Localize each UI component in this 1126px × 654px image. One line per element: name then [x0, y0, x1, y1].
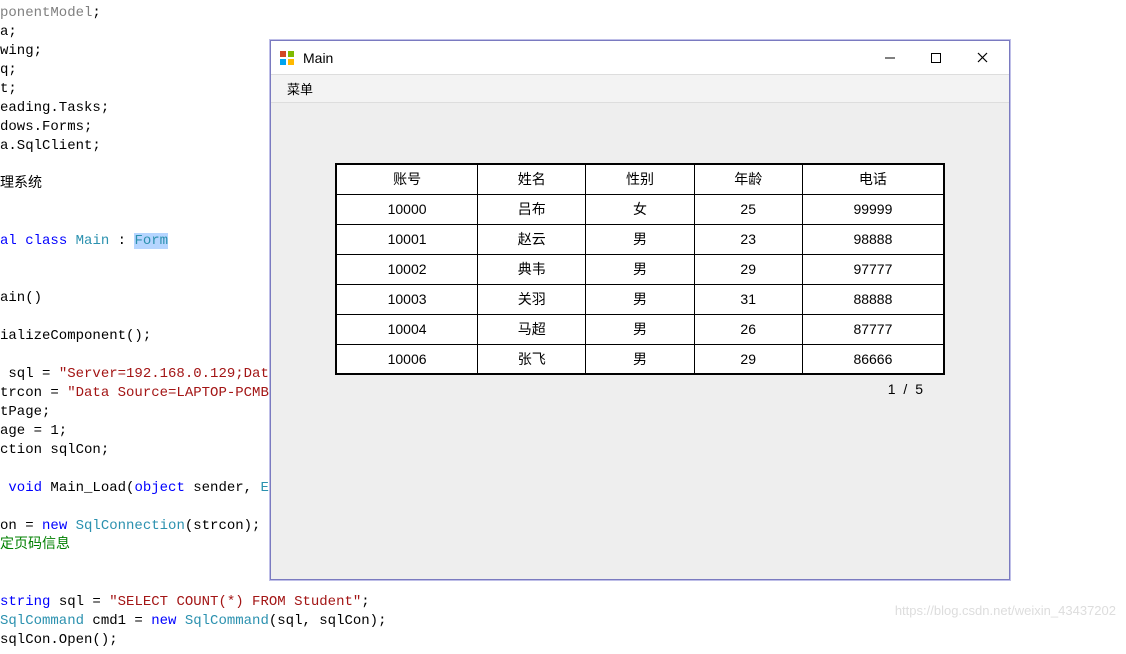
minimize-button[interactable] [867, 43, 913, 73]
table-cell: 马超 [478, 314, 586, 344]
table-cell: 男 [586, 284, 694, 314]
data-table: 账号姓名性别年龄电话 10000吕布女259999910001赵云男239888… [335, 163, 945, 375]
titlebar[interactable]: Main [271, 41, 1009, 75]
table-cell: 98888 [802, 224, 944, 254]
column-header: 电话 [802, 164, 944, 194]
table-cell: 女 [586, 194, 694, 224]
table-cell: 吕布 [478, 194, 586, 224]
table-cell: 10002 [336, 254, 478, 284]
table-cell: 张飞 [478, 344, 586, 374]
maximize-button[interactable] [913, 43, 959, 73]
table-cell: 25 [694, 194, 802, 224]
table-cell: 男 [586, 224, 694, 254]
table-cell: 29 [694, 344, 802, 374]
watermark: https://blog.csdn.net/weixin_43437202 [895, 603, 1116, 618]
window-title: Main [303, 50, 333, 66]
column-header: 姓名 [478, 164, 586, 194]
table-cell: 99999 [802, 194, 944, 224]
table-cell: 87777 [802, 314, 944, 344]
table-cell: 关羽 [478, 284, 586, 314]
menubar: 菜单 [271, 75, 1009, 103]
table-cell: 26 [694, 314, 802, 344]
window-controls [867, 43, 1005, 73]
main-window: Main 菜单 账号姓名性别年龄电话 10000吕布女259999910001赵… [270, 40, 1010, 580]
table-cell: 男 [586, 254, 694, 284]
column-header: 年龄 [694, 164, 802, 194]
table-cell: 10000 [336, 194, 478, 224]
table-row[interactable]: 10003关羽男3188888 [336, 284, 944, 314]
table-cell: 10001 [336, 224, 478, 254]
table-cell: 10003 [336, 284, 478, 314]
table-cell: 23 [694, 224, 802, 254]
column-header: 账号 [336, 164, 478, 194]
table-cell: 赵云 [478, 224, 586, 254]
table-cell: 典韦 [478, 254, 586, 284]
table-cell: 97777 [802, 254, 944, 284]
table-row[interactable]: 10004马超男2687777 [336, 314, 944, 344]
column-header: 性别 [586, 164, 694, 194]
table-cell: 10006 [336, 344, 478, 374]
table-cell: 29 [694, 254, 802, 284]
table-cell: 10004 [336, 314, 478, 344]
table-cell: 男 [586, 314, 694, 344]
close-button[interactable] [959, 43, 1005, 73]
table-row[interactable]: 10002典韦男2997777 [336, 254, 944, 284]
table-cell: 86666 [802, 344, 944, 374]
table-cell: 88888 [802, 284, 944, 314]
table-cell: 男 [586, 344, 694, 374]
app-icon [279, 50, 295, 66]
table-row[interactable]: 10006张飞男2986666 [336, 344, 944, 374]
menu-item[interactable]: 菜单 [279, 77, 321, 100]
table-row[interactable]: 10000吕布女2599999 [336, 194, 944, 224]
client-area: 账号姓名性别年龄电话 10000吕布女259999910001赵云男239888… [271, 103, 1009, 579]
table-cell: 31 [694, 284, 802, 314]
table-row[interactable]: 10001赵云男2398888 [336, 224, 944, 254]
pager-label: 1 / 5 [335, 381, 945, 397]
